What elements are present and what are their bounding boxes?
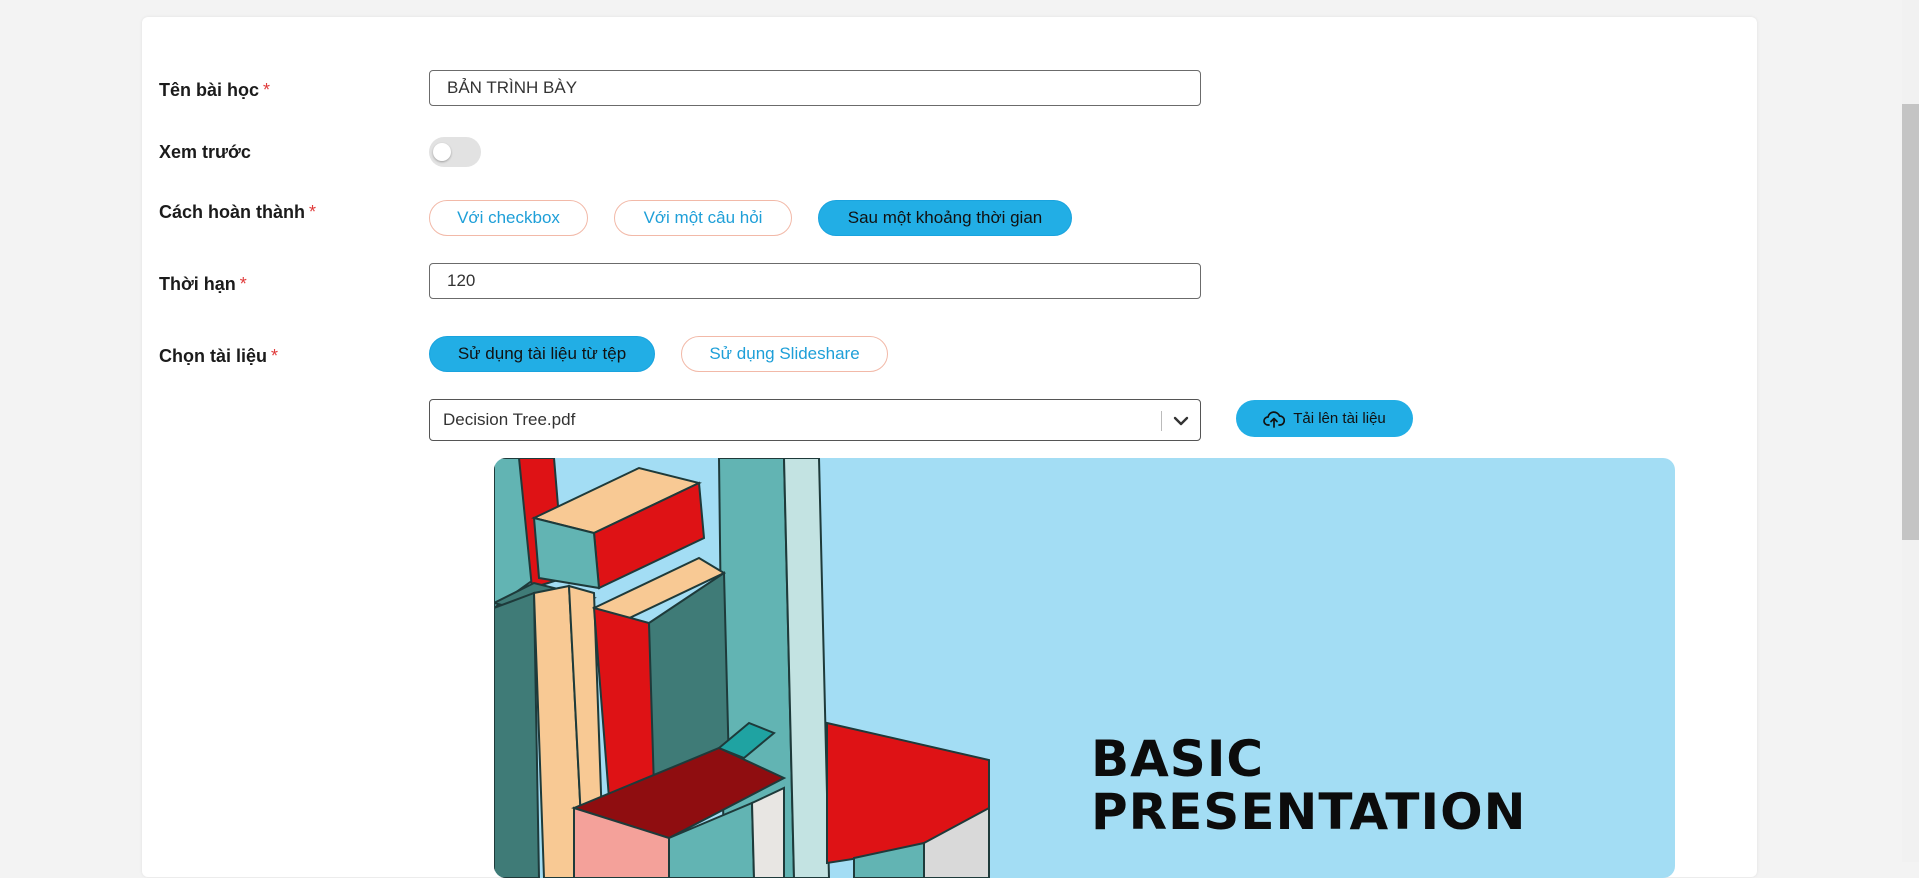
required-mark: *: [271, 346, 279, 366]
upload-document-button[interactable]: Tải lên tài liệu: [1236, 400, 1413, 437]
lesson-name-input[interactable]: BẢN TRÌNH BÀY: [429, 70, 1201, 106]
slide-title-line2: PRESENTATION: [1091, 783, 1527, 841]
duration-input[interactable]: 120: [429, 263, 1201, 299]
completion-option-checkbox[interactable]: Với checkbox: [429, 200, 588, 236]
document-option-file[interactable]: Sử dụng tài liệu từ tệp: [429, 336, 655, 372]
required-mark: *: [239, 274, 247, 294]
document-label: Chọn tài liệu *: [159, 346, 279, 366]
required-mark: *: [309, 202, 317, 222]
slide-title: BASIC PRESENTATION: [1091, 733, 1526, 839]
selected-file: Decision Tree.pdf: [443, 410, 576, 429]
completion-option-question[interactable]: Với một câu hỏi: [614, 200, 792, 236]
select-separator: [1161, 411, 1162, 431]
required-mark: *: [263, 80, 271, 100]
document-option-slideshare[interactable]: Sử dụng Slideshare: [681, 336, 888, 372]
completion-option-time[interactable]: Sau một khoảng thời gian: [818, 200, 1072, 236]
document-preview: BASIC PRESENTATION: [494, 458, 1675, 878]
preview-label: Xem trước: [159, 142, 251, 162]
slide-title-line1: BASIC: [1091, 730, 1265, 788]
chevron-down-icon[interactable]: [1172, 412, 1190, 430]
lesson-name-label: Tên bài học *: [159, 80, 271, 100]
completion-label: Cách hoàn thành *: [159, 202, 317, 222]
preview-toggle[interactable]: [429, 137, 481, 167]
document-file-select[interactable]: Decision Tree.pdf: [429, 399, 1201, 441]
upload-label: Tải lên tài liệu: [1293, 410, 1386, 427]
toggle-knob: [433, 143, 451, 161]
duration-label: Thời hạn *: [159, 274, 247, 294]
upload-cloud-icon: [1263, 410, 1286, 428]
scrollbar-thumb[interactable]: [1902, 104, 1919, 540]
